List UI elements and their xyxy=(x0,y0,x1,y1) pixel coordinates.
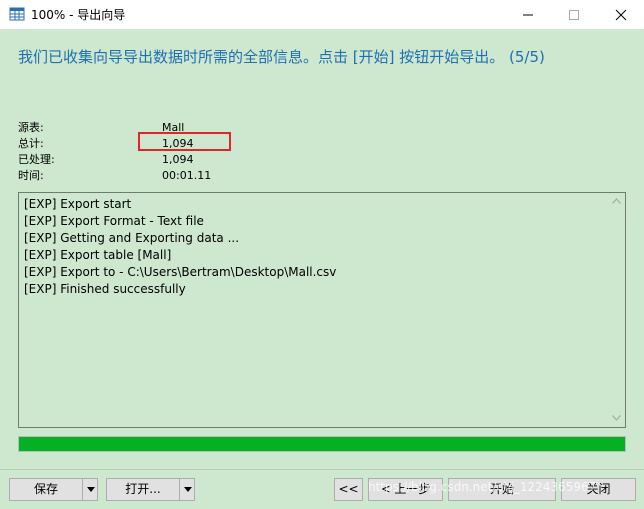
app-icon xyxy=(9,7,25,21)
processed-value: 1,094 xyxy=(162,153,194,166)
log-lines: [EXP] Export start [EXP] Export Format -… xyxy=(24,196,604,298)
open-button[interactable]: 打开... xyxy=(107,479,179,500)
caret-down-icon xyxy=(184,487,192,492)
save-split-button[interactable]: 保存 xyxy=(9,478,98,501)
log-line: [EXP] Export Format - Text file xyxy=(24,214,204,228)
minimize-icon xyxy=(523,14,533,16)
log-line: [EXP] Getting and Exporting data ... xyxy=(24,231,240,245)
close-icon xyxy=(615,9,627,21)
maximize-button[interactable] xyxy=(551,0,597,29)
chevron-up-icon xyxy=(612,198,621,204)
save-menu-button[interactable] xyxy=(82,479,99,500)
start-button[interactable]: 开始 xyxy=(448,478,556,501)
close-button[interactable]: 关闭 xyxy=(561,478,636,501)
log-line: [EXP] Finished successfully xyxy=(24,282,186,296)
log-scrollbar[interactable] xyxy=(608,193,625,427)
window-title: 100% - 导出向导 xyxy=(31,8,126,22)
log-line: [EXP] Export to - C:\Users\Bertram\Deskt… xyxy=(24,265,337,279)
title-bar[interactable]: 100% - 导出向导 xyxy=(0,0,644,29)
caret-down-icon xyxy=(87,487,95,492)
log-line: [EXP] Export start xyxy=(24,197,132,211)
progress-fill xyxy=(19,437,625,451)
time-label: 时间: xyxy=(18,169,44,182)
open-split-button[interactable]: 打开... xyxy=(106,478,195,501)
export-log[interactable]: [EXP] Export start [EXP] Export Format -… xyxy=(18,192,626,428)
first-step-button[interactable]: << xyxy=(334,478,363,501)
close-window-button[interactable] xyxy=(598,0,644,29)
save-button[interactable]: 保存 xyxy=(10,479,82,500)
export-progress-bar xyxy=(18,436,626,452)
previous-step-button[interactable]: < 上一步 xyxy=(368,478,443,501)
scroll-down-button[interactable] xyxy=(608,410,625,427)
scroll-up-button[interactable] xyxy=(608,193,625,210)
processed-label: 已处理: xyxy=(18,153,55,166)
total-highlight-box xyxy=(138,132,231,151)
total-label: 总计: xyxy=(18,137,44,150)
wizard-heading: 我们已收集向导导出数据时所需的全部信息。点击 [开始] 按钮开始导出。 (5/5… xyxy=(18,48,545,66)
maximize-icon xyxy=(569,10,579,20)
time-value: 00:01.11 xyxy=(162,169,212,182)
source-table-label: 源表: xyxy=(18,121,44,134)
log-line: [EXP] Export table [Mall] xyxy=(24,248,172,262)
minimize-button[interactable] xyxy=(505,0,551,29)
open-menu-button[interactable] xyxy=(179,479,196,500)
chevron-down-icon xyxy=(612,415,621,421)
export-wizard-window: 100% - 导出向导 我们已收集向导导出数据时所需的全部信息。点击 [开始] … xyxy=(0,0,644,509)
